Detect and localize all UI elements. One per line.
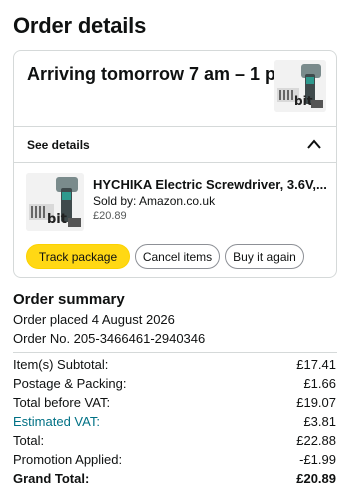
screwdriver-product-icon: bit [274, 60, 326, 112]
order-placed-date: Order placed 4 August 2026 [13, 312, 175, 327]
order-summary-heading: Order summary [13, 291, 125, 308]
order-number: Order No. 205-3466461-2940346 [13, 331, 206, 346]
summary-label: Total: [13, 433, 45, 448]
summary-value: £3.81 [303, 414, 336, 429]
arrival-status: Arriving tomorrow 7 am – 1 pm [27, 64, 293, 84]
chevron-up-icon[interactable] [306, 137, 322, 151]
summary-row-promotion: Promotion Applied: -£1.99 [13, 452, 337, 470]
summary-value: -£1.99 [299, 452, 336, 467]
track-package-button[interactable]: Track package [26, 244, 130, 269]
summary-label: Total before VAT: [13, 395, 111, 410]
cancel-items-button[interactable]: Cancel items [135, 244, 220, 269]
summary-label: Grand Total: [13, 471, 90, 486]
see-details-toggle[interactable]: See details [27, 138, 90, 152]
svg-text:bit: bit [294, 94, 313, 108]
summary-row-postage: Postage & Packing: £1.66 [13, 376, 337, 394]
sold-by-text: Sold by: Amazon.co.uk [93, 194, 216, 208]
summary-value: £19.07 [296, 395, 336, 410]
product-thumbnail-top[interactable]: bit [274, 60, 326, 112]
estimated-vat-link[interactable]: Estimated VAT: [13, 414, 100, 429]
summary-label: Postage & Packing: [13, 376, 127, 391]
summary-row-subtotal: Item(s) Subtotal: £17.41 [13, 357, 337, 375]
summary-row-total: Total: £22.88 [13, 433, 337, 451]
summary-value: £17.41 [296, 357, 336, 372]
buy-again-button[interactable]: Buy it again [225, 244, 304, 269]
card-divider [14, 162, 336, 163]
product-thumbnail[interactable]: bit [26, 173, 84, 231]
card-divider [14, 126, 336, 127]
summary-row-vat: Estimated VAT: £3.81 [13, 414, 337, 432]
summary-row-grand-total: Grand Total: £20.89 [13, 471, 337, 489]
shipment-card: Arriving tomorrow 7 am – 1 pm bit See de… [13, 50, 337, 278]
product-title-link[interactable]: HYCHIKA Electric Screwdriver, 3.6V,... [93, 177, 329, 192]
summary-row-before-vat: Total before VAT: £19.07 [13, 395, 337, 413]
summary-label: Item(s) Subtotal: [13, 357, 109, 372]
summary-value: £1.66 [303, 376, 336, 391]
summary-value: £20.89 [296, 471, 336, 486]
summary-divider [13, 352, 337, 353]
summary-label: Promotion Applied: [13, 452, 123, 467]
item-price: £20.89 [93, 210, 127, 222]
summary-value: £22.88 [296, 433, 336, 448]
svg-text:bit: bit [47, 212, 67, 227]
page-title: Order details [13, 13, 147, 38]
screwdriver-product-icon: bit [26, 173, 84, 231]
